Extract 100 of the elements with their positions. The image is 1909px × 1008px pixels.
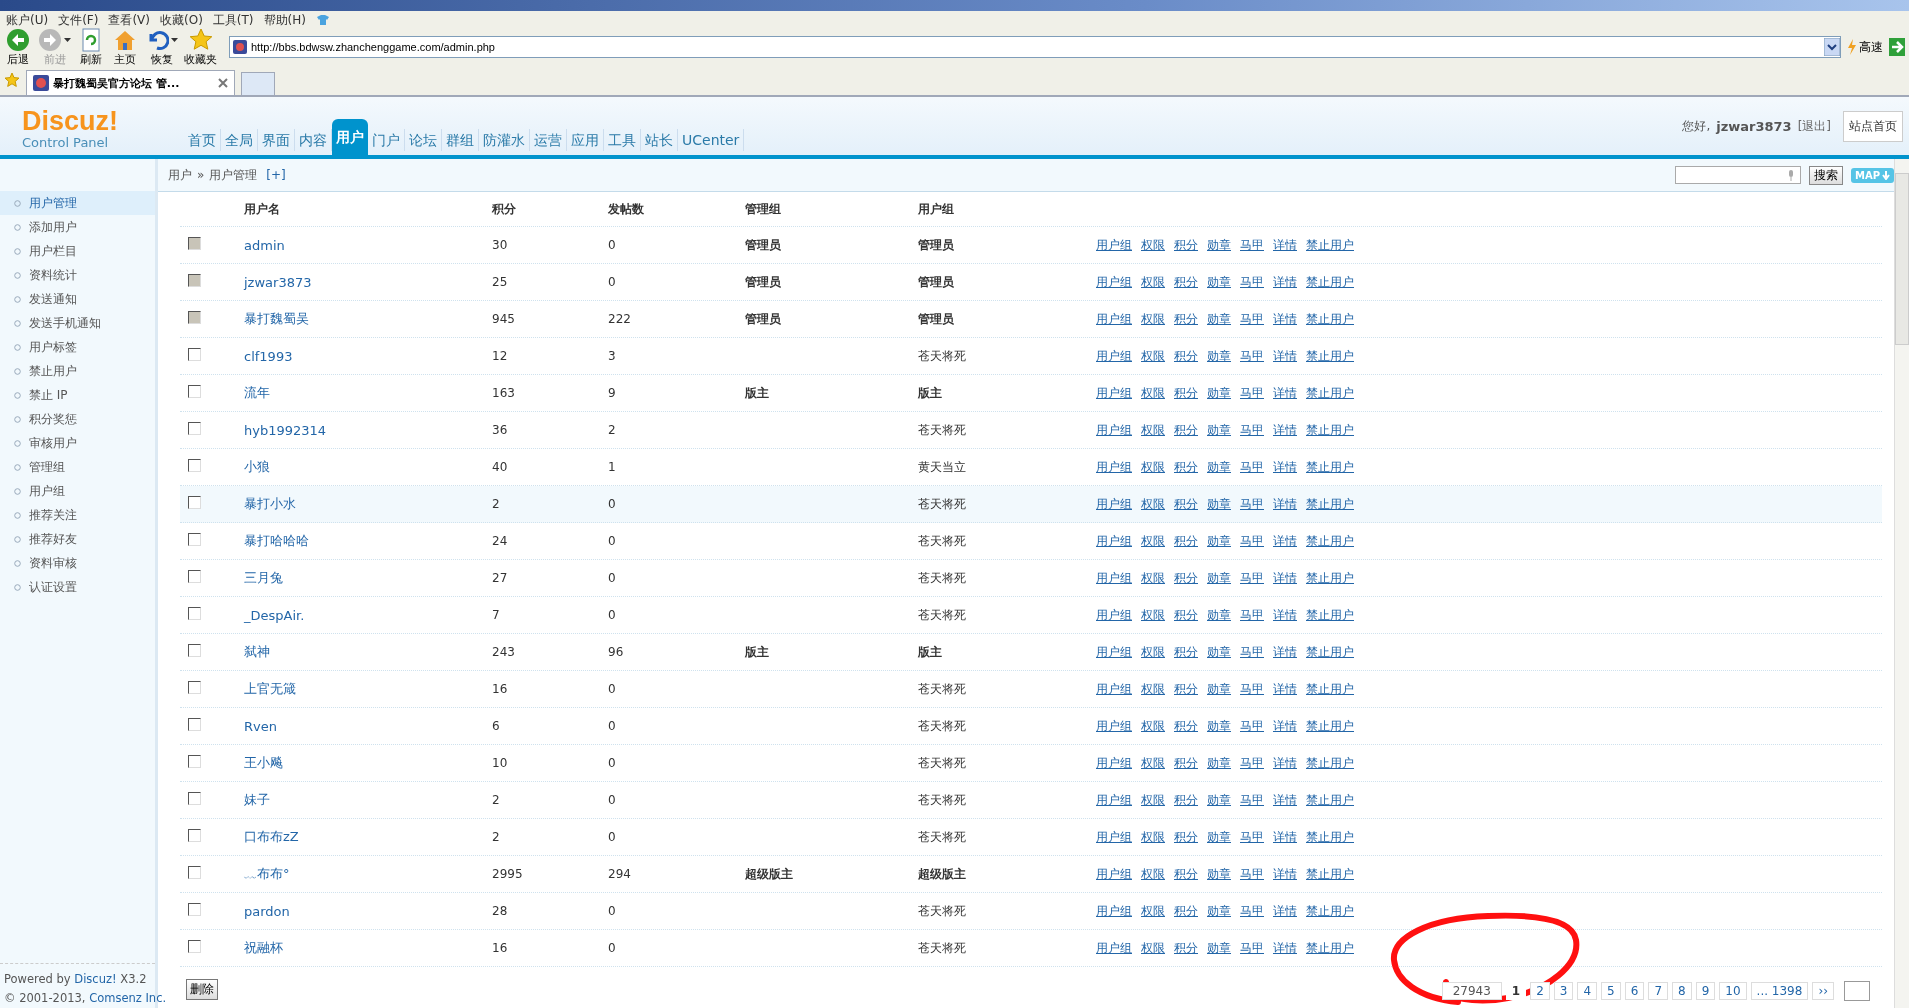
action-link[interactable]: 权限 [1141, 717, 1165, 735]
sidebar-item[interactable]: 发送手机通知 [0, 311, 155, 335]
action-link[interactable]: 详情 [1273, 458, 1297, 476]
action-link[interactable]: 权限 [1141, 569, 1165, 587]
action-link[interactable]: 禁止用户 [1306, 643, 1354, 661]
action-link[interactable]: 禁止用户 [1306, 791, 1354, 809]
action-link[interactable]: 积分 [1174, 606, 1198, 624]
browser-tab[interactable]: 暴打魏蜀吴官方论坛 管... [26, 70, 235, 95]
action-link[interactable]: 勋章 [1207, 939, 1231, 957]
action-link[interactable]: 勋章 [1207, 754, 1231, 772]
action-link[interactable]: 勋章 [1207, 902, 1231, 920]
action-link[interactable]: 权限 [1141, 421, 1165, 439]
action-link[interactable]: 用户组 [1096, 347, 1132, 365]
toolbar-button[interactable]: 刷新 [77, 27, 105, 67]
action-link[interactable]: 积分 [1174, 532, 1198, 550]
sidebar-item[interactable]: 认证设置 [0, 575, 155, 599]
action-link[interactable]: 权限 [1141, 532, 1165, 550]
action-link[interactable]: 马甲 [1240, 939, 1264, 957]
action-link[interactable]: 详情 [1273, 532, 1297, 550]
username-link[interactable]: ﹏布布° [244, 866, 290, 881]
action-link[interactable]: 马甲 [1240, 791, 1264, 809]
action-link[interactable]: 马甲 [1240, 754, 1264, 772]
action-link[interactable]: 详情 [1273, 939, 1297, 957]
action-link[interactable]: 用户组 [1096, 754, 1132, 772]
username-link[interactable]: 流年 [244, 385, 270, 400]
action-link[interactable]: 详情 [1273, 680, 1297, 698]
action-link[interactable]: 详情 [1273, 495, 1297, 513]
action-link[interactable]: 详情 [1273, 421, 1297, 439]
nav-tab[interactable]: 论坛 [405, 129, 442, 151]
username-link[interactable]: 王小飚 [244, 755, 283, 770]
action-link[interactable]: 禁止用户 [1306, 939, 1354, 957]
checkbox[interactable] [188, 829, 201, 842]
username-link[interactable]: 妹子 [244, 792, 270, 807]
page-link[interactable]: 7 [1648, 982, 1669, 1000]
speed-button[interactable]: 高速 [1847, 38, 1883, 56]
action-link[interactable]: 用户组 [1096, 569, 1132, 587]
action-link[interactable]: 权限 [1141, 754, 1165, 772]
checkbox[interactable] [188, 718, 201, 731]
action-link[interactable]: 马甲 [1240, 458, 1264, 476]
action-link[interactable]: 权限 [1141, 791, 1165, 809]
action-link[interactable]: 马甲 [1240, 347, 1264, 365]
favorites-star-icon[interactable] [4, 72, 20, 88]
checkbox[interactable] [188, 533, 201, 546]
logout-link[interactable]: [退出] [1797, 117, 1831, 135]
page-link[interactable]: 6 [1624, 982, 1645, 1000]
nav-tab[interactable]: 工具 [604, 129, 641, 151]
action-link[interactable]: 用户组 [1096, 828, 1132, 846]
page-link[interactable]: 3 [1553, 982, 1574, 1000]
action-link[interactable]: 积分 [1174, 828, 1198, 846]
action-link[interactable]: 权限 [1141, 828, 1165, 846]
action-link[interactable]: 用户组 [1096, 606, 1132, 624]
address-bar[interactable]: http://bbs.bdwsw.zhanchenggame.com/admin.php [229, 36, 1841, 58]
action-link[interactable]: 禁止用户 [1306, 606, 1354, 624]
sidebar-item[interactable]: 发送通知 [0, 287, 155, 311]
sidebar-item[interactable]: 资料审核 [0, 551, 155, 575]
action-link[interactable]: 勋章 [1207, 791, 1231, 809]
action-link[interactable]: 马甲 [1240, 495, 1264, 513]
checkbox[interactable] [188, 940, 201, 953]
action-link[interactable]: 马甲 [1240, 532, 1264, 550]
action-link[interactable]: 勋章 [1207, 569, 1231, 587]
sidebar-item[interactable]: 积分奖惩 [0, 407, 155, 431]
page-link[interactable]: 2 [1530, 982, 1550, 1000]
page-link[interactable]: 8 [1672, 982, 1692, 1000]
next-page-link[interactable]: ›› [1812, 982, 1834, 1000]
action-link[interactable]: 勋章 [1207, 865, 1231, 883]
action-link[interactable]: 积分 [1174, 680, 1198, 698]
action-link[interactable]: 马甲 [1240, 384, 1264, 402]
action-link[interactable]: 权限 [1141, 347, 1165, 365]
action-link[interactable]: 权限 [1141, 680, 1165, 698]
action-link[interactable]: 积分 [1174, 421, 1198, 439]
checkbox[interactable] [188, 496, 201, 509]
scrollbar[interactable] [1894, 159, 1909, 1008]
action-link[interactable]: 马甲 [1240, 865, 1264, 883]
action-link[interactable]: 勋章 [1207, 680, 1231, 698]
action-link[interactable]: 禁止用户 [1306, 458, 1354, 476]
username-link[interactable]: 三月兔 [244, 570, 283, 585]
discuz-link[interactable]: Discuz! [74, 972, 117, 986]
breadcrumb-item[interactable]: 用户 [168, 166, 192, 184]
action-link[interactable]: 禁止用户 [1306, 902, 1354, 920]
search-button[interactable]: 搜索 [1808, 165, 1843, 185]
page-link[interactable]: 5 [1601, 982, 1621, 1000]
action-link[interactable]: 用户组 [1096, 495, 1132, 513]
action-link[interactable]: 马甲 [1240, 569, 1264, 587]
username-link[interactable]: 暴打哈哈哈 [244, 533, 309, 548]
action-link[interactable]: 积分 [1174, 939, 1198, 957]
action-link[interactable]: 用户组 [1096, 717, 1132, 735]
sidebar-item[interactable]: 推荐好友 [0, 527, 155, 551]
action-link[interactable]: 禁止用户 [1306, 347, 1354, 365]
action-link[interactable]: 详情 [1273, 569, 1297, 587]
action-link[interactable]: 禁止用户 [1306, 754, 1354, 772]
nav-tab[interactable]: 站长 [641, 129, 678, 151]
toolbar-button[interactable]: 收藏夹 [184, 27, 217, 67]
checkbox[interactable] [188, 903, 201, 916]
action-link[interactable]: 权限 [1141, 458, 1165, 476]
username-link[interactable]: _DespAir. [244, 607, 305, 623]
action-link[interactable]: 马甲 [1240, 421, 1264, 439]
nav-tab[interactable]: 群组 [442, 129, 479, 151]
sidebar-item[interactable]: 禁止 IP [0, 383, 155, 407]
username-link[interactable]: Rven [244, 718, 277, 734]
menu-item[interactable]: 查看(V) [108, 11, 150, 29]
